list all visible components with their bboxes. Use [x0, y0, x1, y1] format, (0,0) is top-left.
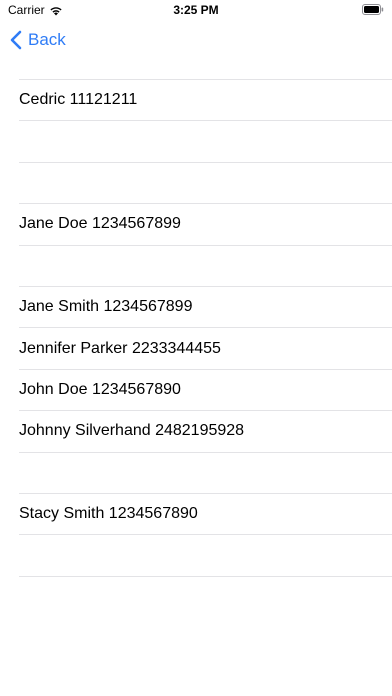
contact-row[interactable]: John Doe 1234567890 [19, 370, 392, 412]
contact-list: Cedric 11121211 Jane Doe 1234567899 Jane S… [0, 79, 392, 577]
contact-row[interactable]: Jane Doe 1234567899 [19, 204, 392, 246]
back-button[interactable]: Back [10, 30, 66, 50]
contact-row[interactable]: Johnny Silverhand 2482195928 [19, 411, 392, 453]
contact-label: Jennifer Parker 2233344455 [19, 339, 221, 357]
contact-row[interactable] [19, 121, 392, 163]
contact-row[interactable]: Stacy Smith 1234567890 [19, 494, 392, 536]
contact-row[interactable] [19, 246, 392, 287]
status-time: 3:25 PM [173, 3, 219, 17]
contact-label: Cedric 11121211 [19, 91, 138, 109]
contact-row[interactable]: Jane Smith 1234567899 [19, 287, 392, 329]
contact-row[interactable] [19, 535, 392, 577]
navigation-bar: Back [0, 26, 392, 54]
contact-label: Jane Doe 1234567899 [19, 215, 181, 233]
contact-row[interactable]: Cedric 11121211 [19, 80, 392, 122]
contact-label: John Doe 1234567890 [19, 380, 181, 398]
contact-row[interactable] [19, 453, 392, 494]
contact-label: Johnny Silverhand 2482195928 [19, 422, 245, 440]
back-label: Back [28, 30, 66, 49]
status-bar: Carrier 3:25 PM [0, 0, 392, 22]
contact-row[interactable] [19, 163, 392, 205]
chevron-left-icon [10, 30, 22, 50]
contact-row[interactable]: Jennifer Parker 2233344455 [19, 328, 392, 370]
contact-label: Stacy Smith 1234567890 [19, 505, 198, 523]
battery-icon [362, 4, 384, 15]
contact-label: Jane Smith 1234567899 [19, 298, 193, 316]
